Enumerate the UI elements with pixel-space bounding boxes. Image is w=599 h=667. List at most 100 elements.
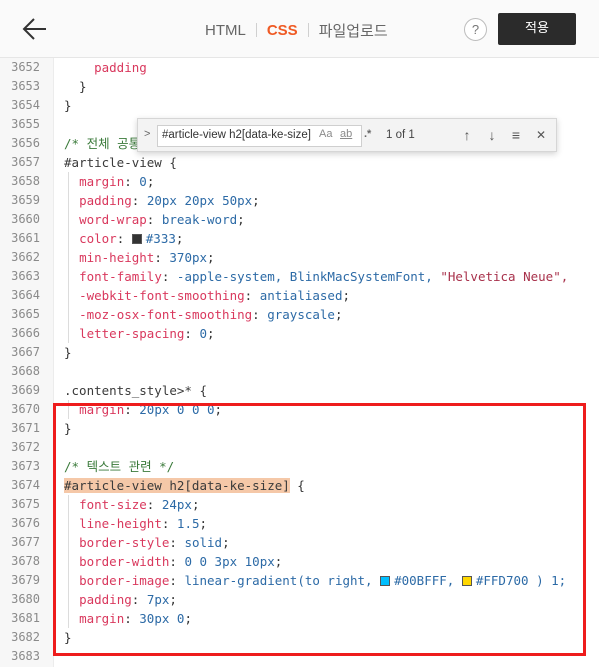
highlight-annotation-box [53, 403, 586, 656]
line-number: 3674 [11, 478, 40, 492]
back-button[interactable] [20, 16, 48, 42]
code-line: 3662 min-height: 370px; [0, 248, 599, 267]
css-string: "Helvetica Neue", [440, 269, 569, 284]
code-text: font-family: -apple-system, BlinkMacSyst… [79, 269, 569, 284]
tab-divider [307, 23, 309, 37]
color-swatch [131, 234, 142, 244]
code-text: margin: 0; [79, 174, 155, 189]
line-number: 3675 [11, 497, 40, 511]
code-text: } [64, 77, 87, 96]
css-value: grayscale [267, 307, 335, 322]
code-text-content: #article-view { [64, 155, 177, 170]
code-line: 3654} [0, 96, 599, 115]
line-number: 3672 [11, 440, 40, 454]
line-number: 3657 [11, 155, 40, 169]
line-number: 3660 [11, 212, 40, 226]
tab-css[interactable]: CSS [267, 22, 298, 39]
css-value: antialiased [259, 288, 343, 303]
line-number: 3676 [11, 516, 40, 530]
code-text: padding: 20px 20px 50px; [79, 193, 260, 208]
code-line: 3653 } [0, 77, 599, 96]
css-property: -moz-osx-font-smoothing [79, 307, 253, 322]
line-number: 3665 [11, 307, 40, 321]
line-number: 3667 [11, 345, 40, 359]
code-line: 3664 -webkit-font-smoothing: antialiased… [0, 286, 599, 305]
line-number: 3677 [11, 535, 40, 549]
line-number: 3678 [11, 554, 40, 568]
line-number: 3658 [11, 174, 40, 188]
css-value: break-word [161, 212, 238, 227]
code-text: padding [64, 58, 147, 77]
css-property: -webkit-font-smoothing [79, 288, 245, 303]
line-number: 3662 [11, 250, 40, 264]
css-property: word-wrap [79, 212, 147, 227]
line-number: 3671 [11, 421, 40, 435]
help-button[interactable]: ? [464, 18, 487, 41]
apply-button[interactable]: 적용 [498, 13, 576, 45]
line-number: 3682 [11, 630, 40, 644]
line-number: 3659 [11, 193, 40, 207]
match-case-icon[interactable]: Aa [319, 128, 332, 140]
line-number: 3655 [11, 117, 40, 131]
match-count: 1 of 1 [386, 129, 415, 141]
code-line: 3666 letter-spacing: 0; [0, 324, 599, 343]
code-line: 3669 .contents_style>* { [0, 381, 599, 400]
line-number: 3679 [11, 573, 40, 587]
find-widget: > #article-view h2[data-ke-size] Aa ab .… [137, 118, 557, 152]
line-number: 3653 [11, 79, 40, 93]
line-number: 3664 [11, 288, 40, 302]
css-property: padding [79, 193, 132, 208]
line-number: 3670 [11, 402, 40, 416]
previous-match-icon[interactable]: ↑ [458, 125, 476, 145]
code-text: .contents_style>* { [64, 381, 207, 400]
line-number: 3656 [11, 136, 40, 150]
code-text: -moz-osx-font-smoothing: grayscale; [79, 307, 343, 322]
line-number: 3680 [11, 592, 40, 606]
toggle-replace-icon[interactable]: > [144, 128, 150, 140]
css-value: 370px [169, 250, 208, 265]
line-number: 3666 [11, 326, 40, 340]
code-text-content: } [64, 345, 72, 360]
code-text: -webkit-font-smoothing: antialiased; [79, 288, 351, 303]
code-line: 3660 word-wrap: break-word; [0, 210, 599, 229]
css-property: color [79, 231, 117, 246]
css-property: margin [79, 174, 125, 189]
close-icon[interactable]: ✕ [532, 125, 550, 145]
code-text-content: } [64, 79, 87, 94]
line-number: 3663 [11, 269, 40, 283]
code-line: 3659 padding: 20px 20px 50px; [0, 191, 599, 210]
line-number: 3654 [11, 98, 40, 112]
tab-html[interactable]: HTML [205, 22, 246, 39]
line-number: 3683 [11, 649, 40, 663]
code-text: #article-view { [64, 153, 177, 172]
code-text-content: .contents_style>* { [64, 383, 207, 398]
code-line: 3658 margin: 0; [0, 172, 599, 191]
whole-word-icon[interactable]: ab [340, 128, 352, 140]
line-number: 3668 [11, 364, 40, 378]
line-number: 3681 [11, 611, 40, 625]
code-text: word-wrap: break-word; [79, 212, 245, 227]
css-value: #333 [145, 231, 176, 246]
code-line: 3657 #article-view { [0, 153, 599, 172]
code-text: min-height: 370px; [79, 250, 215, 265]
arrow-left-icon [22, 18, 46, 40]
line-number: 3669 [11, 383, 40, 397]
css-property: letter-spacing [79, 326, 185, 341]
editor-tabs: HTML CSS 파일업로드 [205, 20, 388, 40]
css-value: 0 [139, 174, 147, 189]
css-value: 20px 20px 50px [146, 193, 253, 208]
regex-icon[interactable]: .* [364, 128, 371, 140]
css-property: min-height [79, 250, 155, 265]
code-text: } [64, 343, 72, 362]
code-line: 3652 padding [0, 58, 599, 77]
code-text-content: } [64, 98, 72, 113]
code-line: 3667} [0, 343, 599, 362]
tab-file-upload[interactable]: 파일업로드 [319, 20, 388, 41]
code-text-content: padding [64, 60, 147, 75]
find-in-selection-icon[interactable]: ≡ [507, 125, 525, 145]
code-line: 3668 [0, 362, 599, 381]
next-match-icon[interactable]: ↓ [483, 125, 501, 145]
editor-header: HTML CSS 파일업로드 ? 적용 [0, 0, 599, 58]
line-number: 3661 [11, 231, 40, 245]
code-text: letter-spacing: 0; [79, 326, 215, 341]
